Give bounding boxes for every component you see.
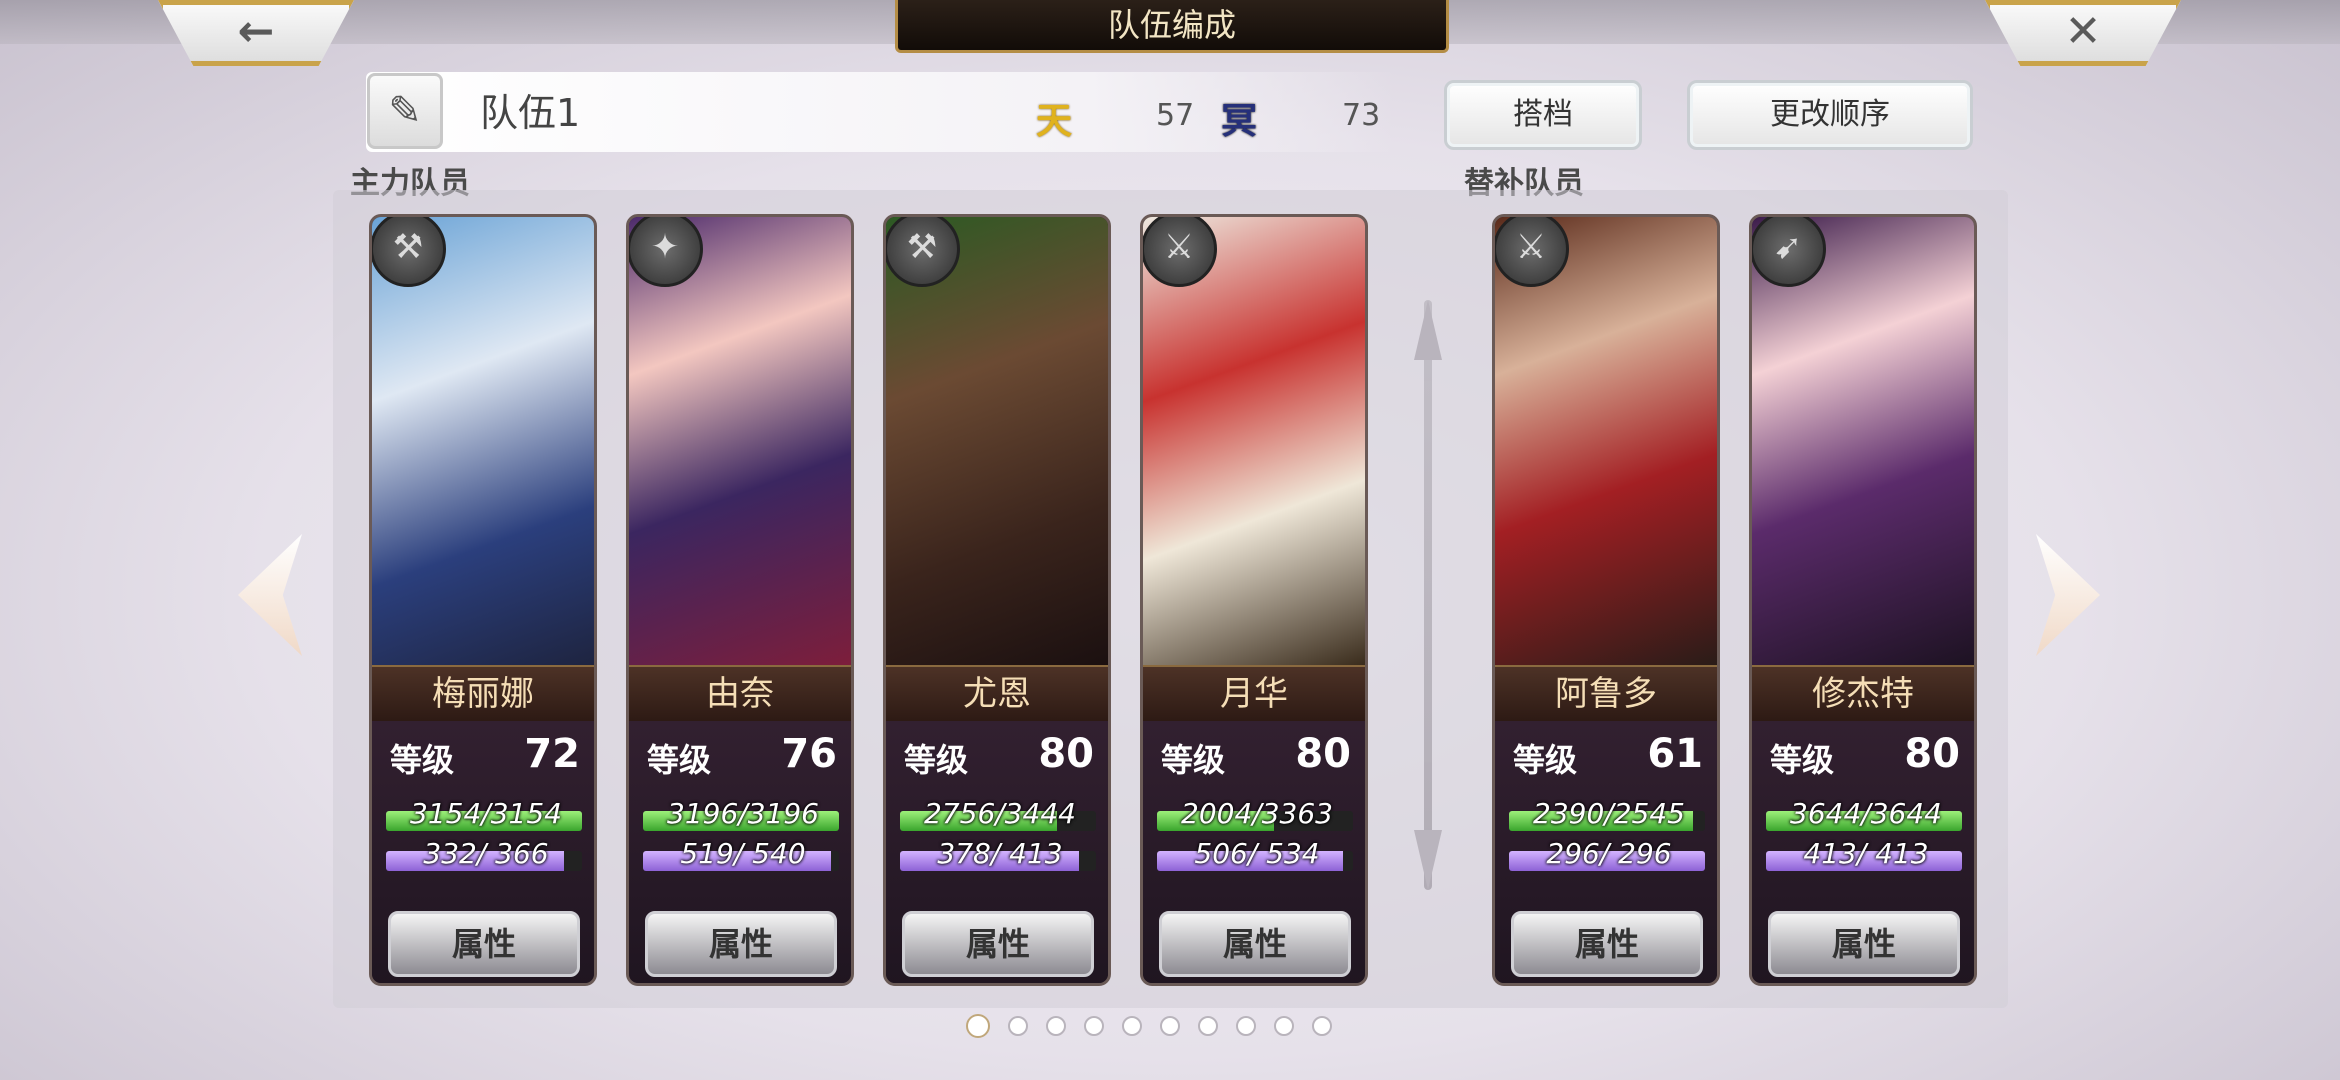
edit-team-name-button[interactable]: ✎	[367, 73, 443, 149]
mp-value: 332/ 366	[423, 837, 549, 870]
level-label: 等级	[647, 741, 712, 779]
mp-value: 519/ 540	[680, 837, 806, 870]
hp-value: 3154/3154	[410, 797, 562, 830]
level-label: 等级	[904, 741, 969, 779]
member-card[interactable]: ⚒ 尤恩 等级 80 2756/3444 378/ 413 属性	[883, 214, 1111, 986]
stats-panel: 等级 80 3644/3644 413/ 413 属性	[1752, 721, 1974, 983]
class-gauntlet-icon: ⚒	[372, 217, 446, 287]
level-value: 80	[1295, 731, 1351, 777]
level-label: 等级	[1513, 741, 1578, 779]
page-dot[interactable]	[966, 1014, 990, 1038]
attributes-button[interactable]: 属性	[388, 911, 580, 977]
page-dot[interactable]	[1312, 1016, 1332, 1036]
close-button[interactable]: ✕	[1985, 0, 2181, 66]
page-title: 队伍编成	[895, 0, 1449, 53]
hp-value: 3644/3644	[1790, 797, 1942, 830]
hell-value: 73	[1342, 98, 1381, 133]
character-name: 尤恩	[886, 665, 1108, 723]
page-dot[interactable]	[1236, 1016, 1256, 1036]
mp-value: 296/ 296	[1546, 837, 1672, 870]
hp-value: 2390/2545	[1533, 797, 1685, 830]
hp-value: 2756/3444	[924, 797, 1076, 830]
class-sword-icon: ⚔	[1143, 217, 1217, 287]
class-magic-icon: ✦	[629, 217, 703, 287]
character-name: 由奈	[629, 665, 851, 723]
level-value: 76	[781, 731, 837, 777]
member-card[interactable]: ➹ 修杰特 等级 80 3644/3644 413/ 413 属性	[1749, 214, 1977, 986]
member-card[interactable]: ⚔ 阿鲁多 等级 61 2390/2545 296/ 296 属性	[1492, 214, 1720, 986]
heaven-value: 57	[1156, 98, 1195, 133]
page-dot[interactable]	[1160, 1016, 1180, 1036]
level-value: 80	[1904, 731, 1960, 777]
hp-value: 2004/3363	[1181, 797, 1333, 830]
member-card[interactable]: ⚔ 月华 等级 80 2004/3363 506/ 534 属性	[1140, 214, 1368, 986]
class-gauntlet-icon: ⚒	[886, 217, 960, 287]
page-indicator	[966, 1014, 1332, 1038]
partner-button[interactable]: 搭档	[1444, 80, 1642, 150]
class-sword-icon: ⚔	[1495, 217, 1569, 287]
level-label: 等级	[390, 741, 455, 779]
page-dot[interactable]	[1008, 1016, 1028, 1036]
mp-value: 413/ 413	[1803, 837, 1929, 870]
reorder-button[interactable]: 更改顺序	[1687, 80, 1973, 150]
member-card[interactable]: ✦ 由奈 等级 76 3196/3196 519/ 540 属性	[626, 214, 854, 986]
page-dot[interactable]	[1084, 1016, 1104, 1036]
mp-value: 378/ 413	[937, 837, 1063, 870]
hp-value: 3196/3196	[667, 797, 819, 830]
page-dot[interactable]	[1122, 1016, 1142, 1036]
page-dot[interactable]	[1046, 1016, 1066, 1036]
character-name: 修杰特	[1752, 665, 1974, 723]
close-icon: ✕	[2064, 6, 2102, 57]
page-dot[interactable]	[1198, 1016, 1218, 1036]
back-arrow-icon: ←	[237, 6, 275, 57]
member-card[interactable]: ⚒ 梅丽娜 等级 72 3154/3154 332/ 366 属性	[369, 214, 597, 986]
level-value: 61	[1647, 731, 1703, 777]
stats-panel: 等级 76 3196/3196 519/ 540 属性	[629, 721, 851, 983]
stats-panel: 等级 80 2756/3444 378/ 413 属性	[886, 721, 1108, 983]
character-name: 阿鲁多	[1495, 665, 1717, 723]
level-value: 80	[1038, 731, 1094, 777]
page-dot[interactable]	[1274, 1016, 1294, 1036]
attributes-button[interactable]: 属性	[1159, 911, 1351, 977]
mp-value: 506/ 534	[1194, 837, 1320, 870]
back-button[interactable]: ←	[158, 0, 354, 66]
main-sub-divider	[1424, 300, 1432, 890]
character-name: 梅丽娜	[372, 665, 594, 723]
team-name: 队伍1	[480, 91, 581, 135]
attributes-button[interactable]: 属性	[645, 911, 837, 977]
level-label: 等级	[1161, 741, 1226, 779]
hell-icon: 冥	[1221, 101, 1258, 142]
attributes-button[interactable]: 属性	[902, 911, 1094, 977]
class-spear-icon: ➹	[1752, 217, 1826, 287]
stats-panel: 等级 80 2004/3363 506/ 534 属性	[1143, 721, 1365, 983]
character-name: 月华	[1143, 665, 1365, 723]
heaven-icon: 天	[1036, 101, 1073, 142]
pencil-icon: ✎	[388, 88, 422, 134]
stats-panel: 等级 72 3154/3154 332/ 366 属性	[372, 721, 594, 983]
attributes-button[interactable]: 属性	[1511, 911, 1703, 977]
level-value: 72	[524, 731, 580, 777]
level-label: 等级	[1770, 741, 1835, 779]
stats-panel: 等级 61 2390/2545 296/ 296 属性	[1495, 721, 1717, 983]
previous-team-arrow-icon[interactable]	[238, 534, 302, 656]
next-team-arrow-icon[interactable]	[2036, 534, 2100, 656]
attributes-button[interactable]: 属性	[1768, 911, 1960, 977]
